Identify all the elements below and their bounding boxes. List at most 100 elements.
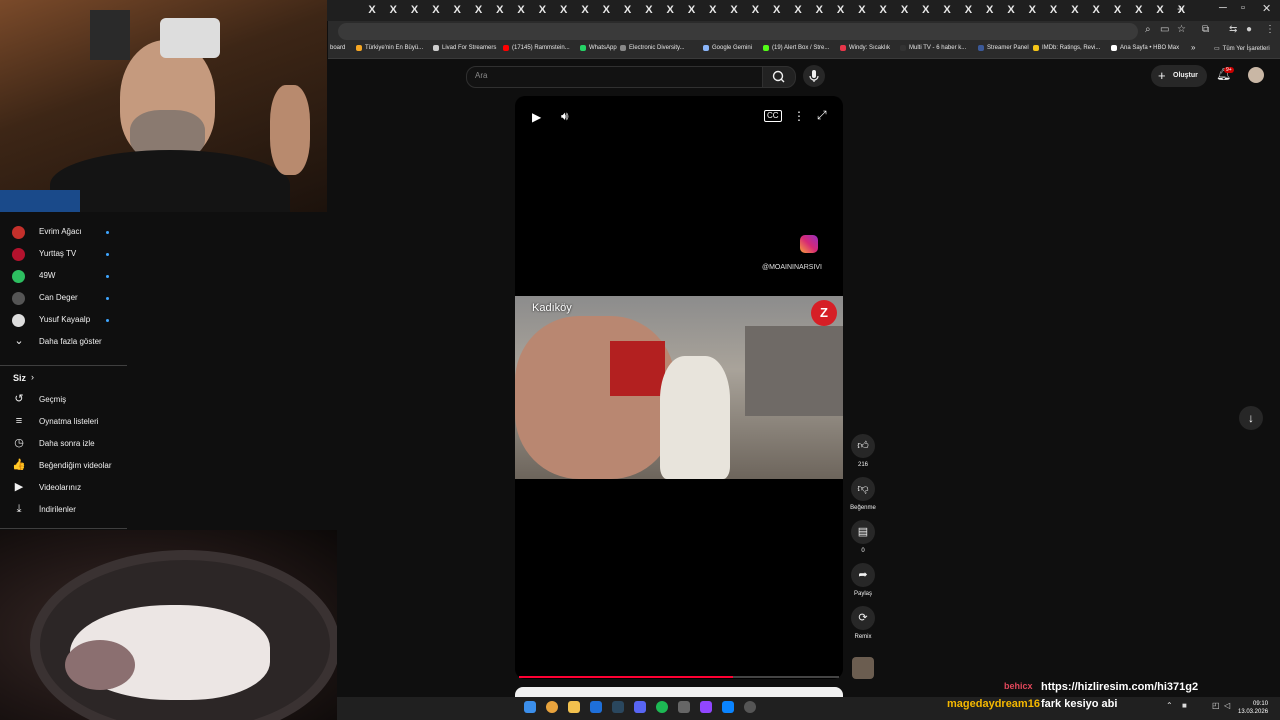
bookmark-item[interactable]: WhatsApp [580,45,617,51]
tab-close-icon[interactable]: X [1111,3,1125,17]
tab-close-icon[interactable]: X [450,3,464,17]
app-icon[interactable] [722,701,734,713]
tab-close-icon[interactable]: X [940,3,954,17]
all-bookmarks-button[interactable]: ▭ Tüm Yer İşaretleri [1214,45,1270,53]
sidebar-item[interactable]: ↺ Geçmiş [0,390,127,410]
tab-close-icon[interactable]: X [1047,3,1061,17]
tab-close-icon[interactable]: X [685,3,699,17]
sidebar-subscription-item[interactable]: Yusuf Kayaalp [0,310,127,330]
discord-icon[interactable] [634,701,646,713]
share-button[interactable]: ➦ [851,563,875,587]
bookmark-item[interactable]: Multi TV - 6 haber k... [900,45,966,51]
close-icon[interactable]: ✕ [1262,2,1271,15]
tab-close-icon[interactable]: X [429,3,443,17]
tab-close-icon[interactable]: X [408,3,422,17]
bookmark-item[interactable]: Windy: Sıcaklık [840,45,890,51]
sidebar-subscription-item[interactable]: Can Deger [0,288,127,308]
network-icon[interactable]: ◰ [1212,701,1220,710]
menu-icon[interactable]: ⋮ [1265,24,1275,35]
search-input[interactable] [466,66,764,88]
bookmark-item[interactable]: Livad For Streamers [433,45,496,51]
profile-icon[interactable]: ● [1246,24,1252,35]
tab-close-icon[interactable]: X [1132,3,1146,17]
tab-close-icon[interactable]: X [642,3,656,17]
tab-close-icon[interactable]: X [855,3,869,17]
tab-close-icon[interactable]: X [748,3,762,17]
tab-close-icon[interactable]: X [876,3,890,17]
tray-chevron-icon[interactable]: ⌃ [1166,701,1173,710]
spotify-icon[interactable] [656,701,668,713]
bookmark-item[interactable]: Türkiye'nin En Büyü... [356,45,423,51]
tab-close-icon[interactable]: X [706,3,720,17]
obs-icon[interactable] [744,701,756,713]
sidebar-subscription-item[interactable]: Yurttaş TV [0,244,127,264]
app-icon[interactable] [590,701,602,713]
windows-start-icon[interactable] [524,701,536,713]
zoom-icon[interactable]: ⌕ [1145,24,1151,35]
bookmark-item[interactable]: (19) Alert Box / Stre... [763,45,829,51]
new-tab-button[interactable]: + [1177,2,1184,16]
tab-close-icon[interactable]: X [535,3,549,17]
cast-icon[interactable]: ▭ [1160,24,1169,35]
extensions-icon[interactable]: ⧉ [1202,24,1209,35]
chrome-icon[interactable] [546,701,558,713]
tab-close-icon[interactable]: X [961,3,975,17]
more-options-icon[interactable]: ⋮ [793,109,805,123]
file-explorer-icon[interactable] [568,701,580,713]
bookmark-item[interactable]: board [330,45,345,51]
tab-close-icon[interactable]: X [770,3,784,17]
you-section-header[interactable]: Siz › [0,368,127,388]
tab-close-icon[interactable]: X [791,3,805,17]
tab-search-icon[interactable]: ⇆ [1229,24,1237,35]
tab-close-icon[interactable]: X [621,3,635,17]
tab-close-icon[interactable]: X [663,3,677,17]
sidebar-item[interactable]: ◷ Daha sonra izle [0,434,127,454]
sidebar-item[interactable]: ⤓ İndirilenler [0,500,127,520]
fullscreen-icon[interactable]: ⤢ [817,108,827,123]
tab-close-icon[interactable]: X [472,3,486,17]
calculator-icon[interactable] [678,701,690,713]
tab-close-icon[interactable]: X [599,3,613,17]
captions-icon[interactable]: CC [764,110,782,122]
bookmark-item[interactable]: Electronic Diversity... [620,45,685,51]
steam-icon[interactable] [612,701,624,713]
tab-close-icon[interactable]: X [919,3,933,17]
tab-close-icon[interactable]: X [386,3,400,17]
sidebar-subscription-item[interactable]: Evrim Ağacı [0,222,127,242]
tab-close-icon[interactable]: X [1153,3,1167,17]
tab-close-icon[interactable]: X [1004,3,1018,17]
tab-close-icon[interactable]: X [578,3,592,17]
tab-close-icon[interactable]: X [834,3,848,17]
bookmark-item[interactable]: (17145) Rammstein... [503,45,570,51]
tab-close-icon[interactable]: X [557,3,571,17]
tab-close-icon[interactable]: X [812,3,826,17]
next-short-preview[interactable] [515,687,843,697]
tab-close-icon[interactable]: X [1025,3,1039,17]
voice-search-button[interactable] [803,65,825,87]
comments-button[interactable]: ▤ [851,520,875,544]
show-more-button[interactable]: ⌄ Daha fazla göster [0,332,127,352]
like-button[interactable]: 👍︎ [851,434,875,458]
tab-close-icon[interactable]: X [1068,3,1082,17]
next-video-button[interactable]: ↓ [1239,406,1263,430]
sidebar-item[interactable]: 👍 Beğendiğim videolar [0,456,127,476]
tab-close-icon[interactable]: X [898,3,912,17]
tray-clock[interactable]: 09:10 13.03.2026 [1238,700,1268,716]
account-avatar[interactable] [1248,67,1264,83]
tab-close-icon[interactable]: X [1089,3,1103,17]
tab-close-icon[interactable]: X [365,3,379,17]
remix-button[interactable]: ⟳ [851,606,875,630]
bookmark-item[interactable]: IMDb: Ratings, Revi... [1033,45,1100,51]
sidebar-subscription-item[interactable]: 49W [0,266,127,286]
dislike-button[interactable]: 👎︎ [851,477,875,501]
bookmark-item[interactable]: Google Gemini [703,45,752,51]
tray-app-icon[interactable]: ■ [1182,701,1187,710]
tab-close-icon[interactable]: X [727,3,741,17]
sidebar-item[interactable]: ≡ Oynatma listeleri [0,412,127,432]
bookmark-item[interactable]: Ana Sayfa • HBO Max [1111,45,1179,51]
volume-icon[interactable]: 🔊︎ [561,109,569,124]
tab-close-icon[interactable]: X [514,3,528,17]
volume-tray-icon[interactable]: ◁ [1224,701,1230,710]
omnibox[interactable] [338,23,1138,40]
search-button[interactable] [762,66,796,88]
